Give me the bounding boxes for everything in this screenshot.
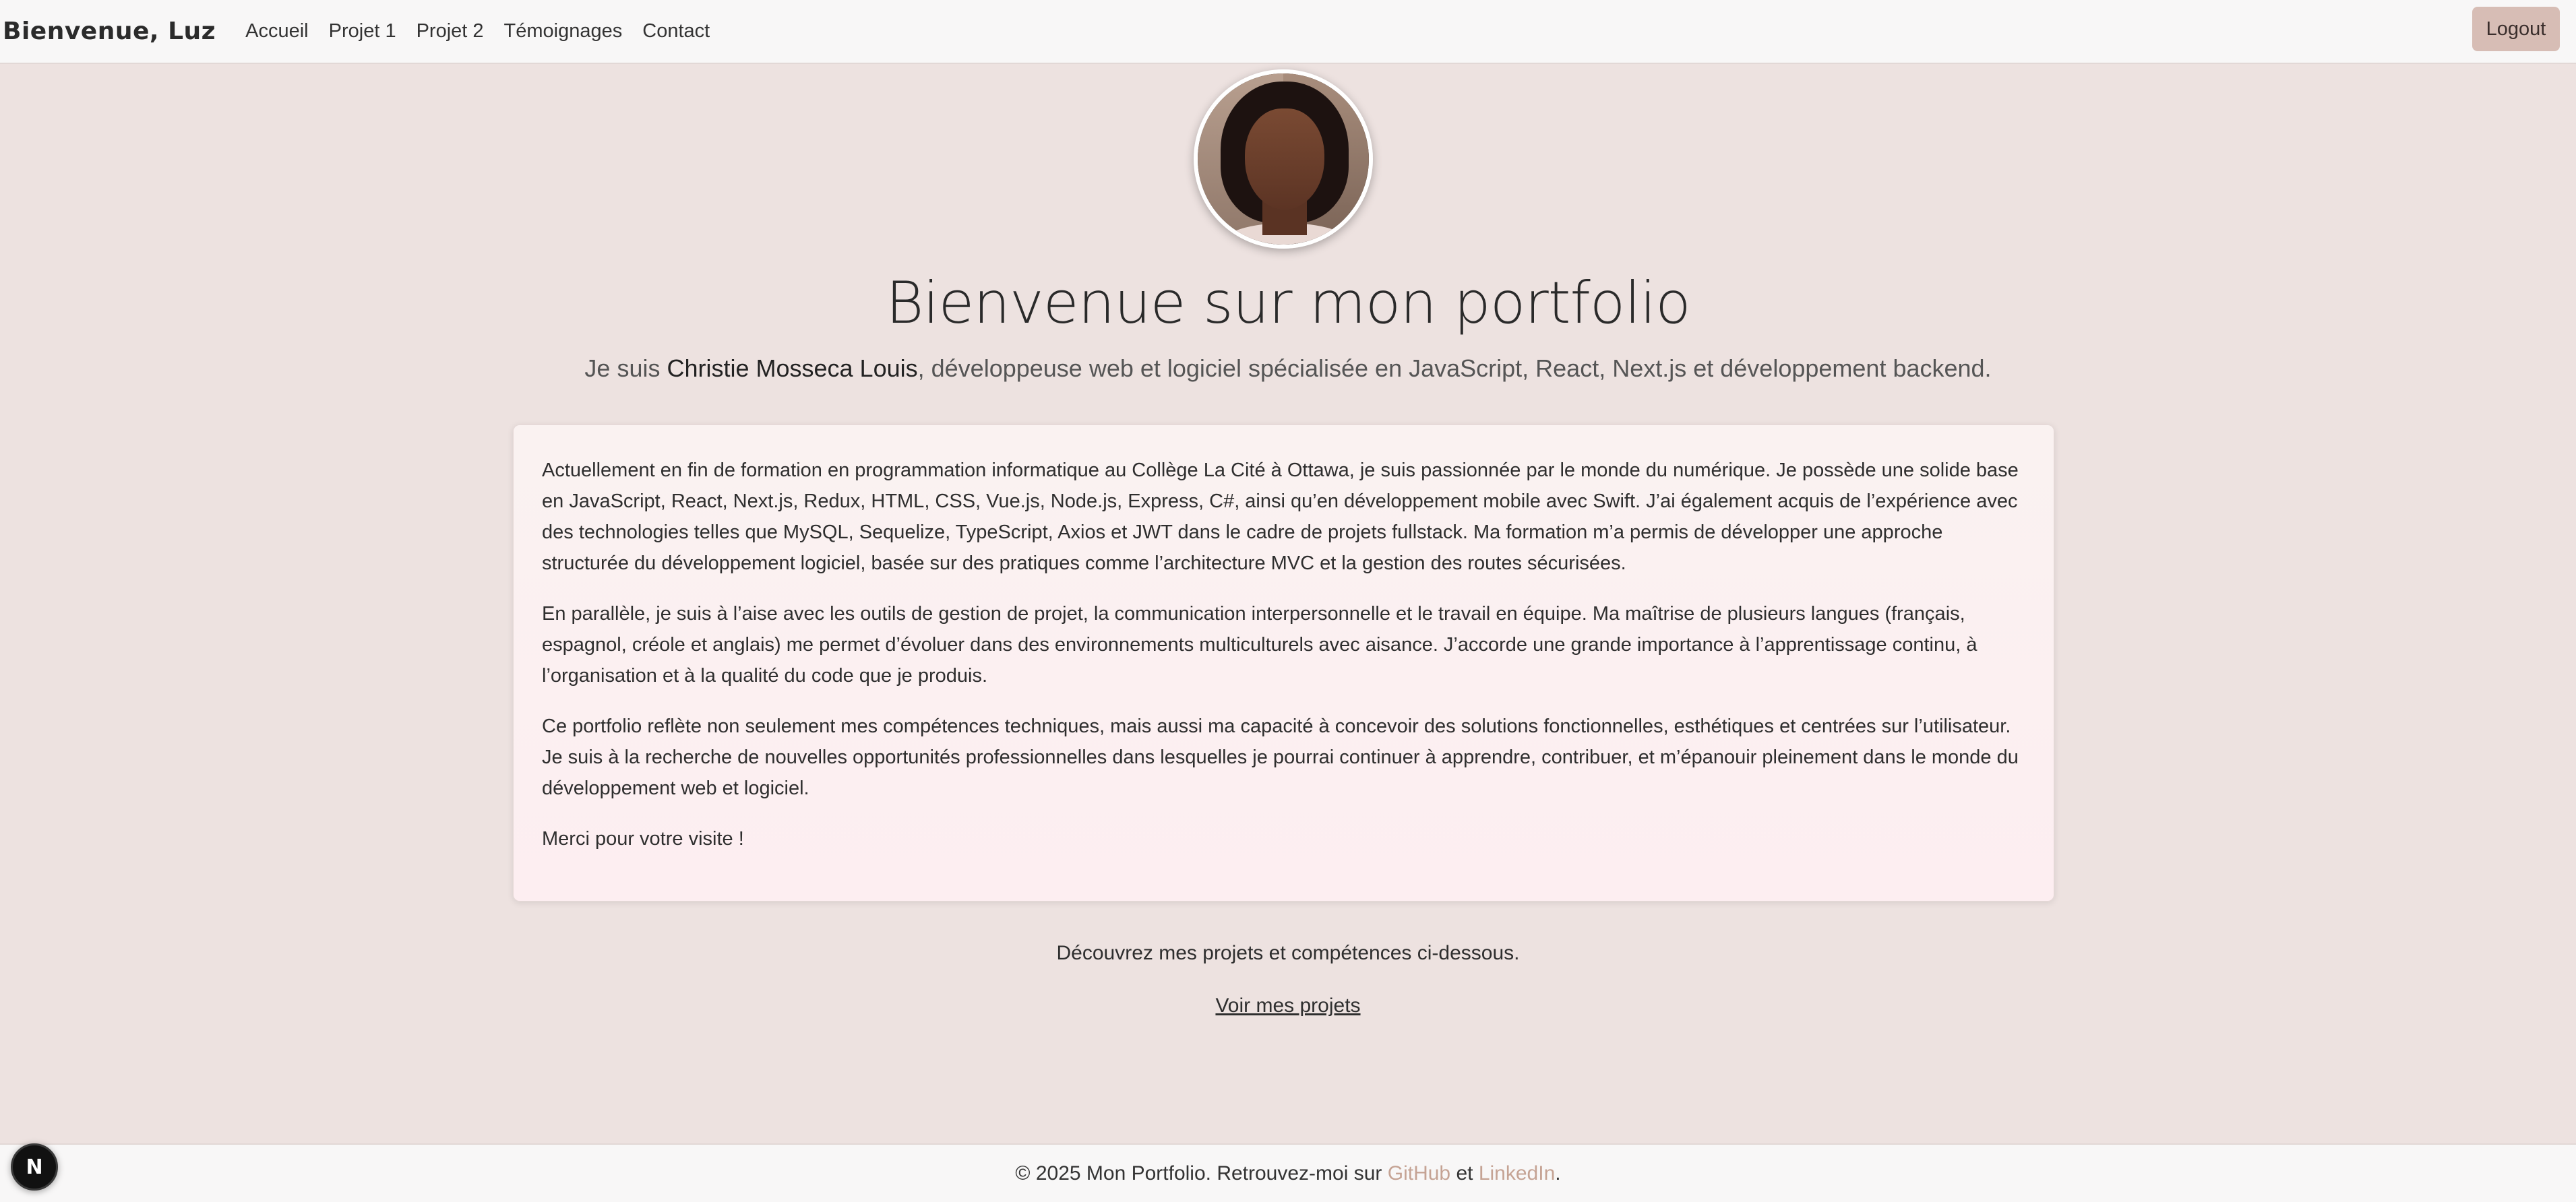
about-paragraph-3: Ce portfolio reflète non seulement mes c…	[542, 716, 2019, 799]
linkedin-link[interactable]: LinkedIn	[1479, 1162, 1555, 1185]
profile-avatar	[1194, 69, 1373, 249]
nextjs-icon[interactable]: N	[11, 1143, 58, 1191]
nav-link-projet-2[interactable]: Projet 2	[417, 20, 484, 42]
footer-prefix: © 2025 Mon Portfolio. Retrouvez-moi sur	[1015, 1162, 1382, 1184]
about-paragraph-4: Merci pour votre visite !	[542, 828, 744, 850]
about-card: Actuellement en fin de formation en prog…	[513, 424, 2054, 902]
top-navbar: Bienvenue, Luz Accueil Projet 1 Projet 2…	[0, 0, 2576, 64]
subtitle-name: Christie Mosseca Louis	[667, 354, 918, 382]
subtitle-prefix: Je suis	[584, 354, 667, 382]
page-footer: © 2025 Mon Portfolio. Retrouvez-moi sur …	[0, 1143, 2576, 1202]
hero-subtitle: Je suis Christie Mosseca Louis, développ…	[0, 354, 2576, 383]
footer-middle: et	[1456, 1162, 1473, 1184]
brand-title[interactable]: Bienvenue, Luz	[3, 18, 216, 45]
about-paragraph-1: Actuellement en fin de formation en prog…	[542, 460, 2019, 574]
footer-suffix: .	[1555, 1162, 1561, 1184]
logout-button[interactable]: Logout	[2472, 7, 2560, 51]
about-paragraph-2: En parallèle, je suis à l’aise avec les …	[542, 603, 1977, 687]
nav-link-contact[interactable]: Contact	[642, 20, 710, 42]
discover-text: Découvrez mes projets et compétences ci-…	[1056, 942, 1520, 964]
view-projects-link[interactable]: Voir mes projets	[0, 994, 2576, 1017]
next-badge-letter: N	[26, 1155, 43, 1179]
nav-link-projet-1[interactable]: Projet 1	[329, 20, 396, 42]
subtitle-suffix: , développeuse web et logiciel spécialis…	[917, 354, 1992, 382]
nav-link-temoignages[interactable]: Témoignages	[504, 20, 623, 42]
nav-links: Accueil Projet 1 Projet 2 Témoignages Co…	[245, 20, 730, 42]
page-title: Bienvenue sur mon portfolio	[886, 270, 1691, 337]
nav-link-accueil[interactable]: Accueil	[245, 20, 309, 42]
github-link[interactable]: GitHub	[1388, 1162, 1450, 1185]
